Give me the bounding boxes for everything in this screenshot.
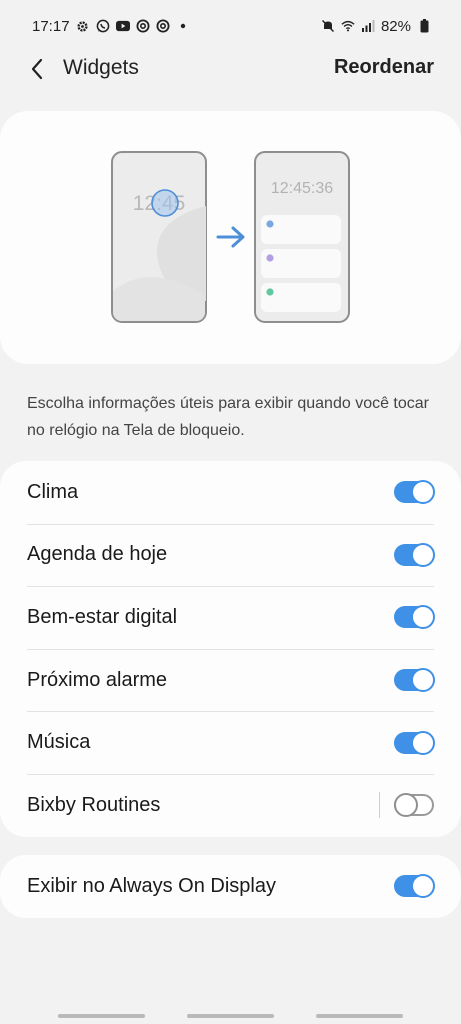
dot-icon (176, 19, 190, 33)
widget-row-bem-estar[interactable]: Bem-estar digital (0, 586, 461, 649)
tap-indicator (151, 189, 179, 217)
status-right: 82% (321, 18, 431, 35)
reorder-button[interactable]: Reordenar (334, 56, 434, 79)
chevron-left-icon (31, 58, 43, 80)
toggle-switch[interactable] (394, 542, 435, 567)
widget-row-clima[interactable]: Clima (0, 461, 461, 524)
phone-before: 12:45 (111, 151, 207, 323)
widget-label: Clima (27, 480, 79, 503)
youtube-icon (115, 19, 130, 33)
status-time: 17:17 (32, 17, 70, 35)
widget-label: Bem-estar digital (27, 605, 178, 628)
toggle-knob (411, 730, 435, 755)
toggle-switch[interactable] (394, 793, 434, 818)
mute-icon (321, 19, 335, 33)
nav-back-handle[interactable] (316, 1014, 403, 1018)
toggle-knob (411, 542, 435, 567)
page-title: Widgets (63, 56, 139, 79)
clock-after: 12:45:36 (271, 180, 333, 197)
arrow-right-icon (216, 226, 245, 248)
back-button[interactable] (22, 54, 52, 84)
app-bar: Widgets Reordenar (0, 52, 461, 88)
description-text: Escolha informações úteis para exibir qu… (27, 395, 429, 439)
aod-row[interactable]: Exibir no Always On Display (0, 855, 461, 918)
signal-icon (361, 19, 375, 33)
widget-label: Agenda de hoje (27, 543, 168, 566)
battery-icon (417, 19, 431, 33)
threads-icon (136, 19, 150, 33)
gear-icon (76, 19, 90, 33)
status-left: 17:17 (32, 18, 190, 35)
widget-preview-3 (261, 283, 341, 312)
status-bar: 17:17 82% (0, 0, 461, 52)
toggle-switch[interactable] (394, 605, 435, 630)
aod-label: Exibir no Always On Display (27, 874, 276, 897)
toggle-switch[interactable] (394, 668, 435, 693)
phone-after: 12:45:36 (254, 151, 350, 323)
illustration-card: 12:45 12:45:36 (0, 111, 461, 364)
widget-label: Próximo alarme (27, 668, 168, 691)
threads-icon (156, 19, 170, 33)
toggle-switch[interactable] (394, 874, 435, 899)
nav-recents-handle[interactable] (58, 1014, 145, 1018)
nav-home-handle[interactable] (187, 1014, 274, 1018)
toggle-knob (394, 793, 418, 818)
widget-row-bixby[interactable]: Bixby Routines (0, 773, 461, 837)
widget-row-agenda[interactable]: Agenda de hoje (0, 523, 461, 587)
widget-row-alarme[interactable]: Próximo alarme (0, 648, 461, 712)
toggle-knob (411, 605, 435, 630)
widget-row-musica[interactable]: Música (0, 711, 461, 774)
widget-preview-2 (261, 249, 341, 278)
widgets-illustration: 12:45 12:45:36 (111, 151, 350, 323)
whatsapp-icon (96, 19, 110, 33)
divider (379, 792, 380, 819)
widget-dot (266, 288, 274, 296)
toggle-knob (411, 668, 435, 693)
widget-preview-1 (261, 215, 341, 244)
toggle-switch[interactable] (394, 480, 435, 505)
widget-dot (266, 220, 274, 228)
wifi-icon (341, 19, 355, 33)
widget-dot (266, 254, 274, 262)
toggle-switch[interactable] (394, 730, 435, 755)
aod-card: Exibir no Always On Display (0, 855, 461, 918)
widget-label: Música (27, 731, 91, 754)
battery-percent: 82% (380, 17, 411, 35)
widget-label: Bixby Routines (27, 793, 161, 816)
toggle-knob (411, 480, 435, 505)
widgets-list: Clima Agenda de hoje Bem-estar digital P… (0, 461, 461, 837)
toggle-knob (411, 874, 435, 899)
